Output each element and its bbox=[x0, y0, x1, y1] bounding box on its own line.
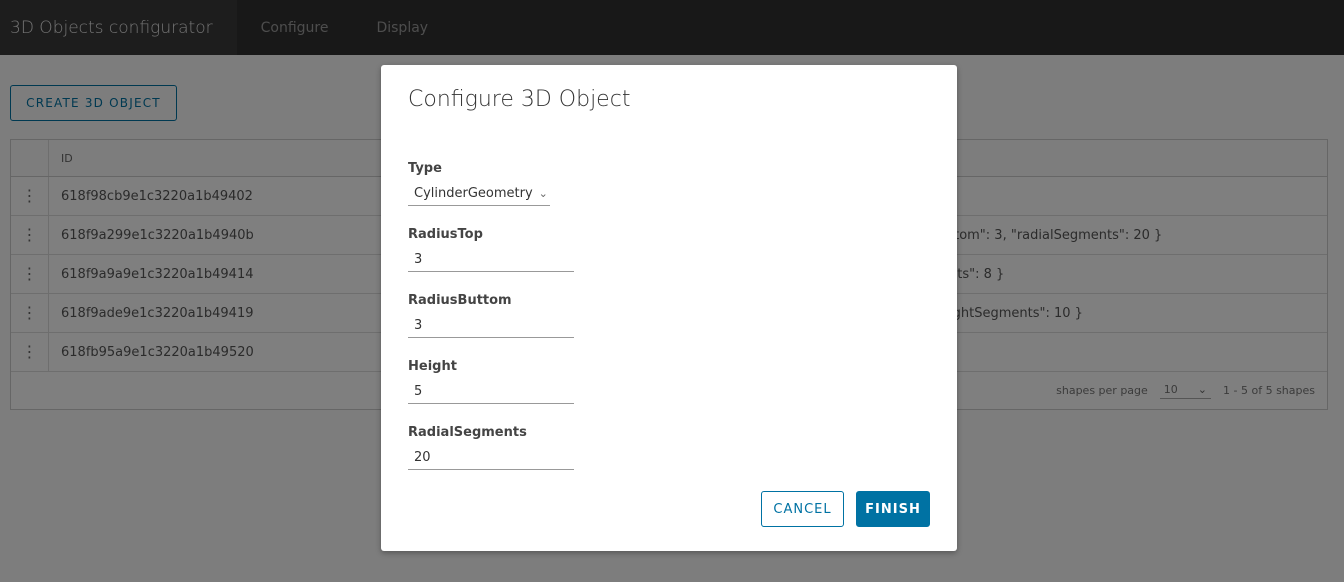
cancel-button[interactable]: CANCEL bbox=[761, 491, 844, 527]
type-select[interactable]: CylinderGeometry ⌄ bbox=[408, 182, 550, 206]
finish-button[interactable]: FINISH bbox=[856, 491, 930, 527]
radius-bottom-field: RadiusButtom bbox=[408, 293, 574, 338]
radius-top-input[interactable] bbox=[408, 248, 574, 272]
app: 3D Objects configurator Configure Displa… bbox=[0, 0, 1344, 582]
modal-title: Configure 3D Object bbox=[408, 87, 631, 112]
radial-segments-label: RadialSegments bbox=[408, 425, 527, 440]
type-select-value: CylinderGeometry bbox=[414, 186, 533, 201]
radial-segments-field: RadialSegments bbox=[408, 425, 574, 470]
height-field: Height bbox=[408, 359, 574, 404]
type-label: Type bbox=[408, 161, 442, 176]
height-input[interactable] bbox=[408, 380, 574, 404]
radius-top-label: RadiusTop bbox=[408, 227, 483, 242]
radial-segments-input[interactable] bbox=[408, 446, 574, 470]
chevron-down-icon: ⌄ bbox=[538, 187, 548, 200]
height-label: Height bbox=[408, 359, 457, 374]
radius-bottom-label: RadiusButtom bbox=[408, 293, 512, 308]
configure-modal: Configure 3D Object Type CylinderGeometr… bbox=[381, 65, 957, 551]
radius-top-field: RadiusTop bbox=[408, 227, 574, 272]
type-field: Type CylinderGeometry ⌄ bbox=[408, 161, 550, 206]
radius-bottom-input[interactable] bbox=[408, 314, 574, 338]
